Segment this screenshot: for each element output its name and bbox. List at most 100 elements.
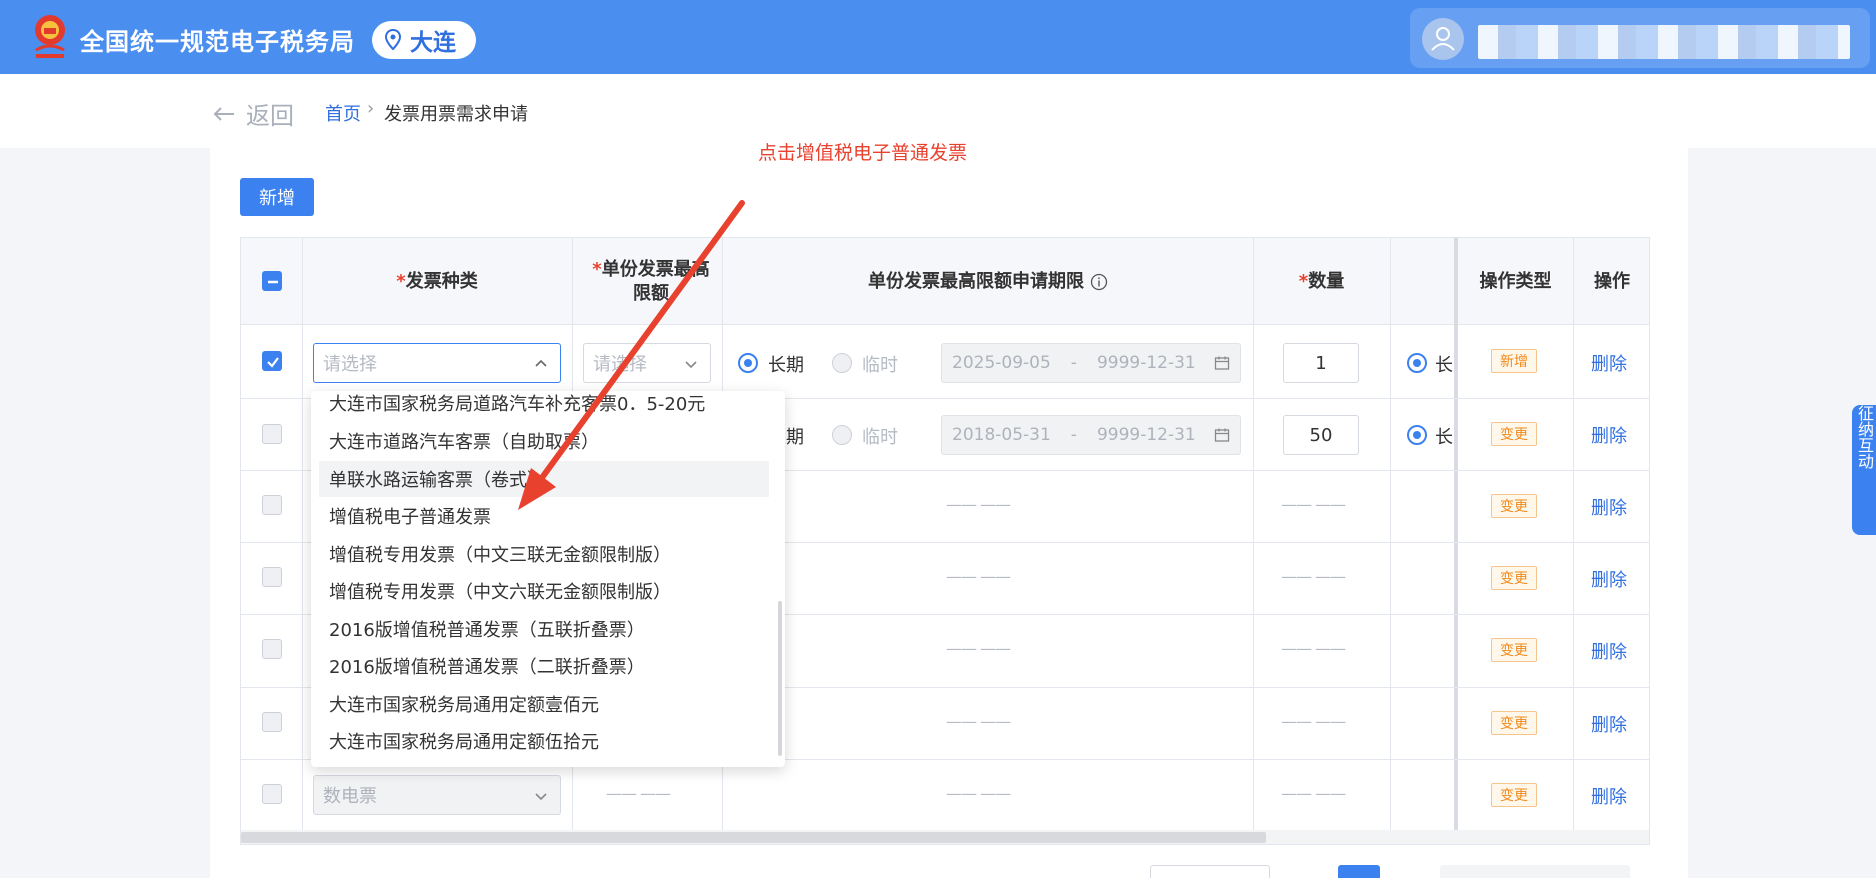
add-button[interactable]: 新增	[240, 178, 314, 216]
empty-quantity: —— ——	[1281, 495, 1346, 514]
select-all-checkbox[interactable]	[262, 271, 282, 291]
dropdown-option[interactable]: 大连市国家税务局道路汽车补充客票0．5-20元	[319, 391, 769, 421]
pagination-current-page[interactable]	[1338, 865, 1380, 878]
delete-link[interactable]: 删除	[1591, 566, 1627, 592]
city-name: 大连	[410, 30, 456, 56]
row-checkbox[interactable]	[262, 712, 282, 732]
pagination-jump[interactable]	[1440, 865, 1630, 878]
select-placeholder: 请选择	[593, 354, 647, 375]
op-type-tag: 变更	[1491, 711, 1537, 735]
op-type-tag: 变更	[1491, 566, 1537, 590]
invoice-type-select[interactable]: 请选择	[313, 343, 561, 383]
header-period-label: 单份发票最高限额申请期限	[868, 270, 1084, 292]
op-type-tag: 变更	[1491, 638, 1537, 662]
avatar	[1422, 18, 1464, 60]
checkmark-icon	[267, 357, 279, 368]
delete-link[interactable]: 删除	[1591, 350, 1627, 376]
select-placeholder: 请选择	[323, 354, 377, 375]
delete-link[interactable]: 删除	[1591, 638, 1627, 664]
date-end: 9999-12-31	[1096, 353, 1196, 373]
empty-amount: —— ——	[606, 784, 671, 803]
dropdown-scrollbar[interactable]	[778, 601, 782, 756]
delete-link[interactable]: 删除	[1591, 494, 1627, 520]
header-invoice-type: * 发票种类	[302, 238, 572, 325]
header-action: 操作	[1594, 270, 1630, 292]
horizontal-scroll-thumb[interactable]	[241, 832, 1266, 843]
empty-period: —— ——	[946, 639, 1011, 658]
chevron-down-icon	[685, 361, 697, 369]
dropdown-option[interactable]: 大连市道路汽车客票（自助取票）	[319, 423, 769, 459]
dropdown-option[interactable]: 增值税专用发票（中文三联无金额限制版）	[319, 536, 769, 572]
row-checkbox[interactable]	[262, 567, 282, 587]
pagination-size-select[interactable]	[1150, 865, 1270, 878]
dropdown-option[interactable]: 大连市国家税务局通用定额壹佰元	[319, 686, 769, 722]
chevron-down-icon	[535, 793, 547, 801]
empty-period: —— ——	[946, 784, 1011, 803]
header-quantity: * 数量	[1253, 238, 1390, 325]
next-col-label: 长	[1435, 427, 1453, 448]
dropdown-option[interactable]: 2016版增值税普通发票（五联折叠票）	[319, 611, 769, 647]
annotation-text: 点击增值税电子普通发票	[758, 142, 968, 164]
date-range-input[interactable]: 2018-05-31 - 9999-12-31	[941, 415, 1241, 455]
back-button[interactable]: 返回	[212, 96, 294, 131]
empty-quantity: —— ——	[1281, 639, 1346, 658]
user-menu[interactable]	[1410, 8, 1870, 68]
location-pin-icon	[384, 29, 402, 51]
city-selector[interactable]: 大连	[372, 21, 476, 59]
dropdown-option[interactable]: 大连市国家税务局通用定额伍拾元	[319, 723, 769, 759]
period-temp-radio[interactable]	[832, 425, 852, 445]
empty-quantity: —— ——	[1281, 784, 1346, 803]
quantity-input[interactable]: 50	[1283, 415, 1359, 455]
breadcrumb-current: 发票用票需求申请	[384, 104, 528, 125]
row-checkbox[interactable]	[262, 351, 282, 371]
max-amount-select[interactable]: 请选择	[583, 343, 711, 383]
header-max-amount-label: 单份发票最高限额	[601, 258, 710, 304]
back-label: 返回	[246, 102, 294, 130]
empty-quantity: —— ——	[1281, 567, 1346, 586]
quantity-input[interactable]: 1	[1283, 343, 1359, 383]
top-header: 全国统一规范电子税务局 大连	[0, 0, 1876, 74]
op-type-tag: 变更	[1491, 494, 1537, 518]
tax-emblem-icon	[35, 15, 65, 58]
op-type-tag: 变更	[1491, 422, 1537, 446]
required-mark: *	[592, 258, 602, 280]
delete-link[interactable]: 删除	[1591, 422, 1627, 448]
dropdown-option[interactable]: 单联水路运输客票（卷式）	[319, 461, 769, 497]
blurred-username	[1478, 25, 1850, 59]
next-col-label: 长	[1435, 355, 1453, 376]
period-temp-radio[interactable]	[832, 353, 852, 373]
row-checkbox[interactable]	[262, 639, 282, 659]
header-period: 单份发票最高限额申请期限	[723, 238, 1253, 325]
period-long-radio[interactable]	[738, 353, 758, 373]
row-checkbox[interactable]	[262, 495, 282, 515]
dropdown-option-vat-electronic[interactable]: 增值税电子普通发票	[319, 498, 769, 534]
row-checkbox[interactable]	[262, 784, 282, 804]
empty-period: —— ——	[946, 495, 1011, 514]
required-mark: *	[396, 270, 406, 292]
header-quantity-label: 数量	[1308, 270, 1345, 292]
date-start: 2025-09-05	[952, 353, 1051, 373]
next-col-radio[interactable]	[1407, 425, 1427, 445]
empty-quantity: —— ——	[1281, 712, 1346, 731]
date-start: 2018-05-31	[952, 425, 1051, 445]
calendar-icon	[1214, 428, 1230, 442]
arrow-left-icon	[213, 106, 234, 121]
period-temp-label: 临时	[862, 427, 898, 448]
invoice-type-dropdown: 大连市国家税务局道路汽车补充客票0．5-20元 大连市道路汽车客票（自助取票） …	[311, 391, 785, 767]
service-side-widget[interactable]: 征纳互动	[1852, 405, 1876, 535]
delete-link[interactable]: 删除	[1591, 783, 1627, 809]
delete-link[interactable]: 删除	[1591, 711, 1627, 737]
next-col-radio[interactable]	[1407, 353, 1427, 373]
info-icon[interactable]	[1090, 273, 1108, 291]
header-invoice-type-label: 发票种类	[405, 270, 478, 292]
user-icon	[1431, 27, 1455, 51]
dropdown-option[interactable]: 增值税专用发票（中文六联无金额限制版）	[319, 573, 769, 609]
date-range-input[interactable]: 2025-09-05 - 9999-12-31	[941, 343, 1241, 383]
dropdown-option[interactable]: 2016版增值税普通发票（二联折叠票）	[319, 648, 769, 684]
op-type-tag: 变更	[1491, 783, 1537, 807]
breadcrumb-home-link[interactable]: 首页	[325, 100, 361, 126]
header-max-amount: *单份发票最高限额	[577, 238, 725, 325]
select-value: 数电票	[323, 786, 377, 807]
invoice-type-select[interactable]: 数电票	[313, 775, 561, 815]
row-checkbox[interactable]	[262, 424, 282, 444]
